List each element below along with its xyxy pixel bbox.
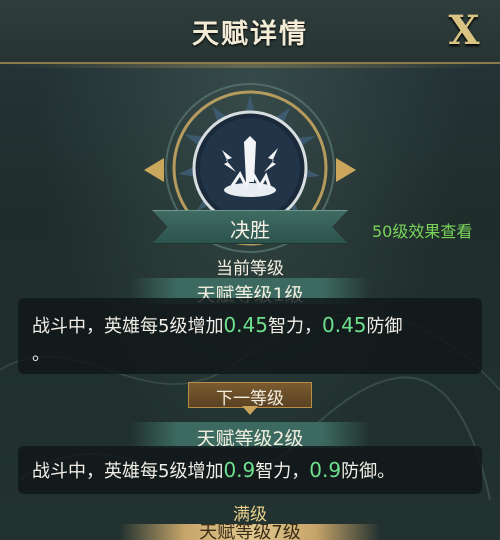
current-description: 战斗中，英雄每5级增加0.45智力，0.45防御 — [32, 310, 403, 342]
next-level-arrow — [242, 406, 258, 415]
next-description: 战斗中，英雄每5级增加0.9智力，0.9防御。 — [32, 455, 395, 487]
header-bar: 天赋详情 X — [0, 0, 500, 68]
next-desc-mid: 智力， — [255, 461, 310, 482]
current-int-value: 0.45 — [223, 313, 268, 337]
max-level-title: 天赋等级7级 — [199, 524, 301, 540]
current-desc-suffix: 防御 — [366, 316, 403, 337]
close-button[interactable]: X — [442, 6, 486, 56]
next-desc-prefix: 战斗中，英雄每5级增加 — [32, 461, 224, 482]
talent-name: 决胜 — [230, 218, 270, 242]
current-description-end: 。 — [32, 344, 50, 365]
max-level-label: 满级 — [233, 505, 267, 525]
next-def-value: 0.9 — [309, 458, 342, 482]
next-desc-suffix: 防御。 — [341, 461, 396, 482]
current-desc-prefix: 战斗中，英雄每5级增加 — [32, 316, 224, 337]
next-int-value: 0.9 — [223, 458, 256, 482]
level-50-effect-link[interactable]: 50级效果查看 — [372, 218, 472, 242]
current-def-value: 0.45 — [321, 313, 367, 337]
page-title: 天赋详情 — [192, 19, 308, 50]
lightning-sword-icon — [222, 136, 278, 197]
current-level-label: 当前等级 — [216, 259, 284, 279]
current-desc-mid: 智力， — [267, 316, 322, 337]
